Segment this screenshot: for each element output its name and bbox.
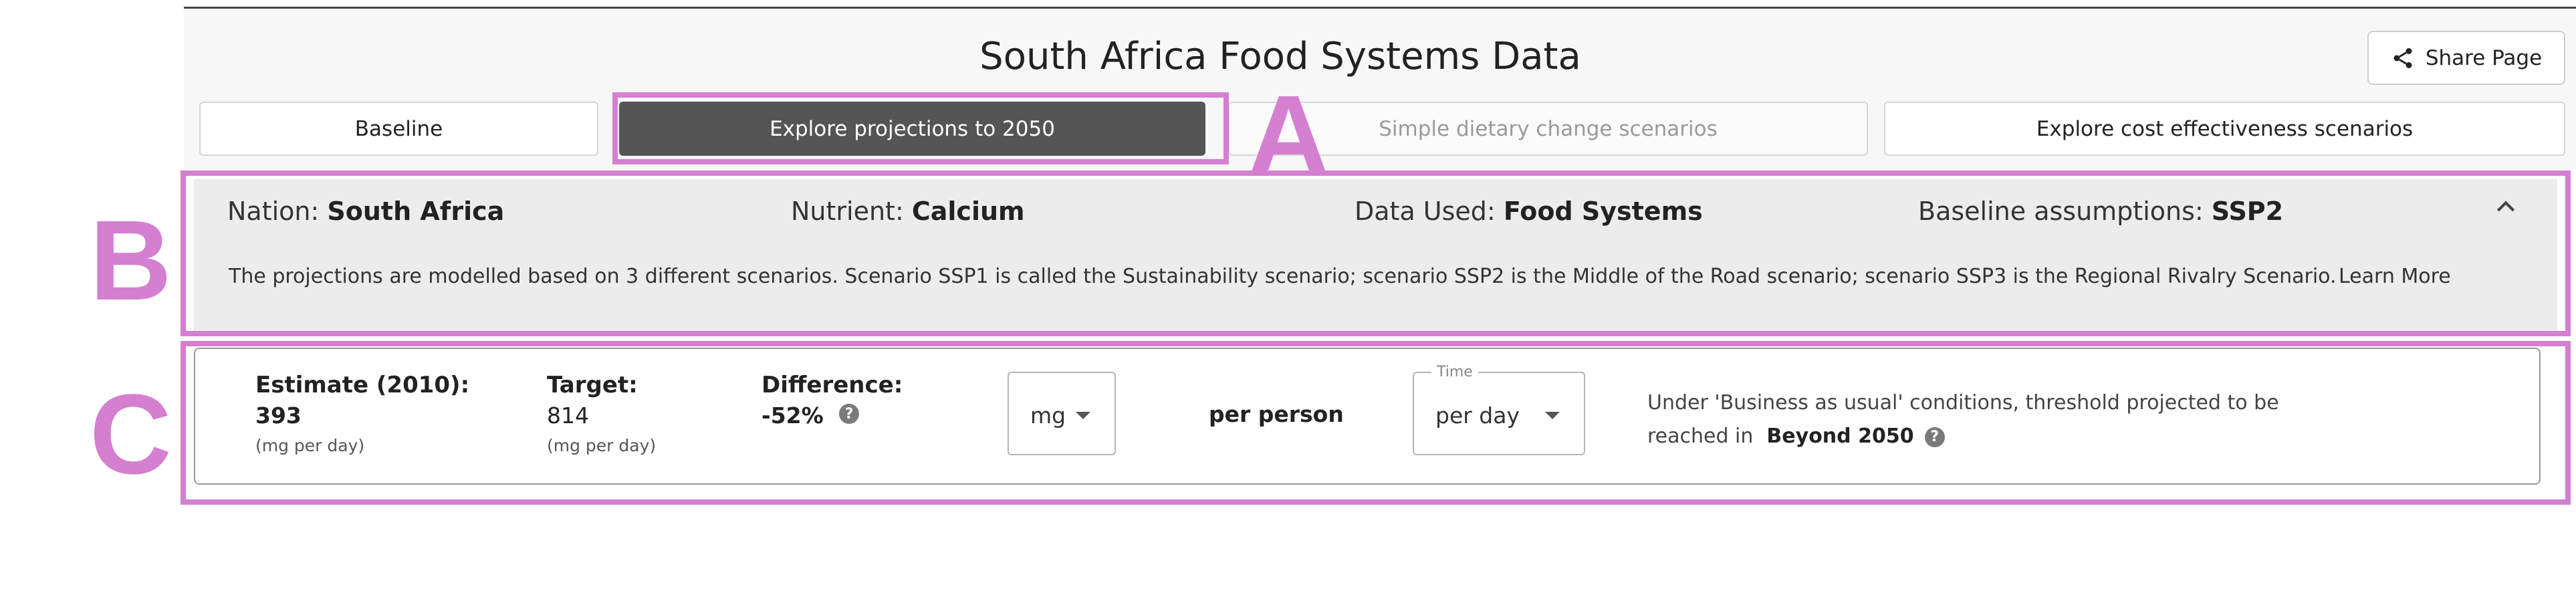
tab-label: Baseline xyxy=(354,116,443,141)
tab-label: Simple dietary change scenarios xyxy=(1379,116,1718,141)
page: South Africa Food Systems Data Share Pag… xyxy=(0,0,2576,597)
highlight-box-c xyxy=(181,341,2571,505)
tab-baseline[interactable]: Baseline xyxy=(199,102,598,156)
share-icon xyxy=(2393,47,2412,68)
annotation-label-b: B xyxy=(90,197,172,324)
tab-cost-effectiveness[interactable]: Explore cost effectiveness scenarios xyxy=(1884,102,2565,156)
share-page-button[interactable]: Share Page xyxy=(2367,31,2565,85)
highlight-box-b xyxy=(181,170,2571,336)
tab-label: Explore cost effectiveness scenarios xyxy=(2036,116,2414,141)
annotation-label-c: C xyxy=(90,371,172,498)
highlight-box-a xyxy=(612,92,1229,164)
share-label: Share Page xyxy=(2425,45,2543,70)
